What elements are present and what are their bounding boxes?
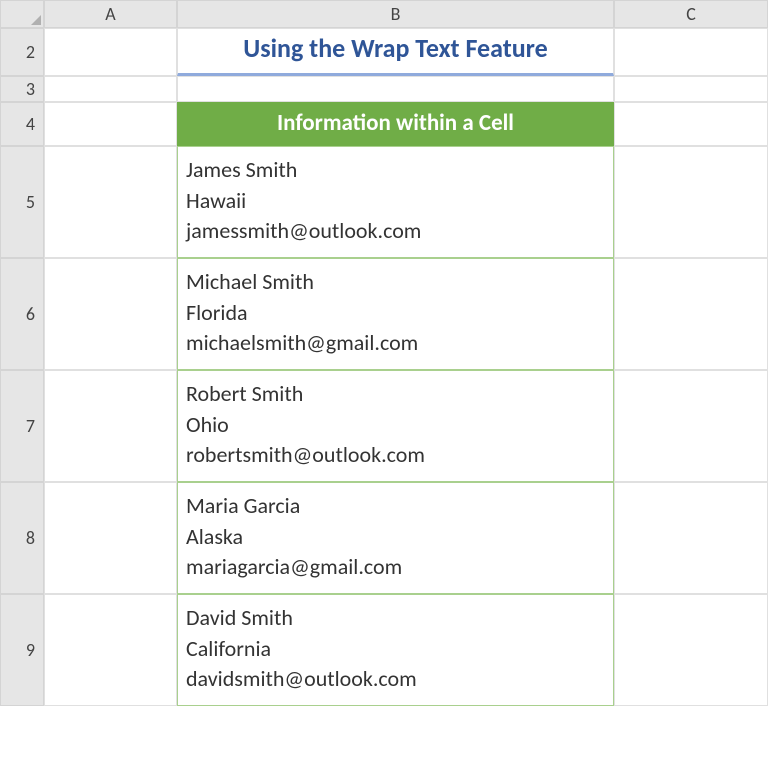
cell-B2-title[interactable]: Using the Wrap Text Feature — [177, 28, 614, 76]
row-header-4[interactable]: 4 — [0, 102, 44, 146]
cell-C8[interactable] — [614, 482, 768, 594]
row-header-7[interactable]: 7 — [0, 370, 44, 482]
row-header-6[interactable]: 6 — [0, 258, 44, 370]
row-header-9[interactable]: 9 — [0, 594, 44, 706]
row-header-8[interactable]: 8 — [0, 482, 44, 594]
row-header-5[interactable]: 5 — [0, 146, 44, 258]
row-header-3[interactable]: 3 — [0, 76, 44, 102]
cell-B3[interactable] — [177, 76, 614, 102]
title-text: Using the Wrap Text Feature — [237, 32, 553, 66]
select-all-corner[interactable] — [0, 0, 44, 28]
cell-A2[interactable] — [44, 28, 177, 76]
col-header-A[interactable]: A — [44, 0, 177, 28]
cell-B8[interactable]: Maria Garcia Alaska mariagarcia@gmail.co… — [177, 482, 614, 594]
cell-A7[interactable] — [44, 370, 177, 482]
cell-A5[interactable] — [44, 146, 177, 258]
cell-B7[interactable]: Robert Smith Ohio robertsmith@outlook.co… — [177, 370, 614, 482]
table-header-text: Information within a Cell — [277, 109, 514, 139]
cell-A8[interactable] — [44, 482, 177, 594]
cell-C7[interactable] — [614, 370, 768, 482]
cell-C5[interactable] — [614, 146, 768, 258]
cell-B9[interactable]: David Smith California davidsmith@outloo… — [177, 594, 614, 706]
cell-A3[interactable] — [44, 76, 177, 102]
cell-C3[interactable] — [614, 76, 768, 102]
cell-B5[interactable]: James Smith Hawaii jamessmith@outlook.co… — [177, 146, 614, 258]
cell-A6[interactable] — [44, 258, 177, 370]
row-header-2[interactable]: 2 — [0, 28, 44, 76]
spreadsheet-grid: A B C 2 Using the Wrap Text Feature 3 4 … — [0, 0, 768, 706]
cell-C6[interactable] — [614, 258, 768, 370]
cell-A9[interactable] — [44, 594, 177, 706]
col-header-C[interactable]: C — [614, 0, 768, 28]
cell-B6[interactable]: Michael Smith Florida michaelsmith@gmail… — [177, 258, 614, 370]
cell-B4-header[interactable]: Information within a Cell — [177, 102, 614, 146]
cell-A4[interactable] — [44, 102, 177, 146]
cell-C9[interactable] — [614, 594, 768, 706]
cell-C4[interactable] — [614, 102, 768, 146]
col-header-B[interactable]: B — [177, 0, 614, 28]
cell-C2[interactable] — [614, 28, 768, 76]
